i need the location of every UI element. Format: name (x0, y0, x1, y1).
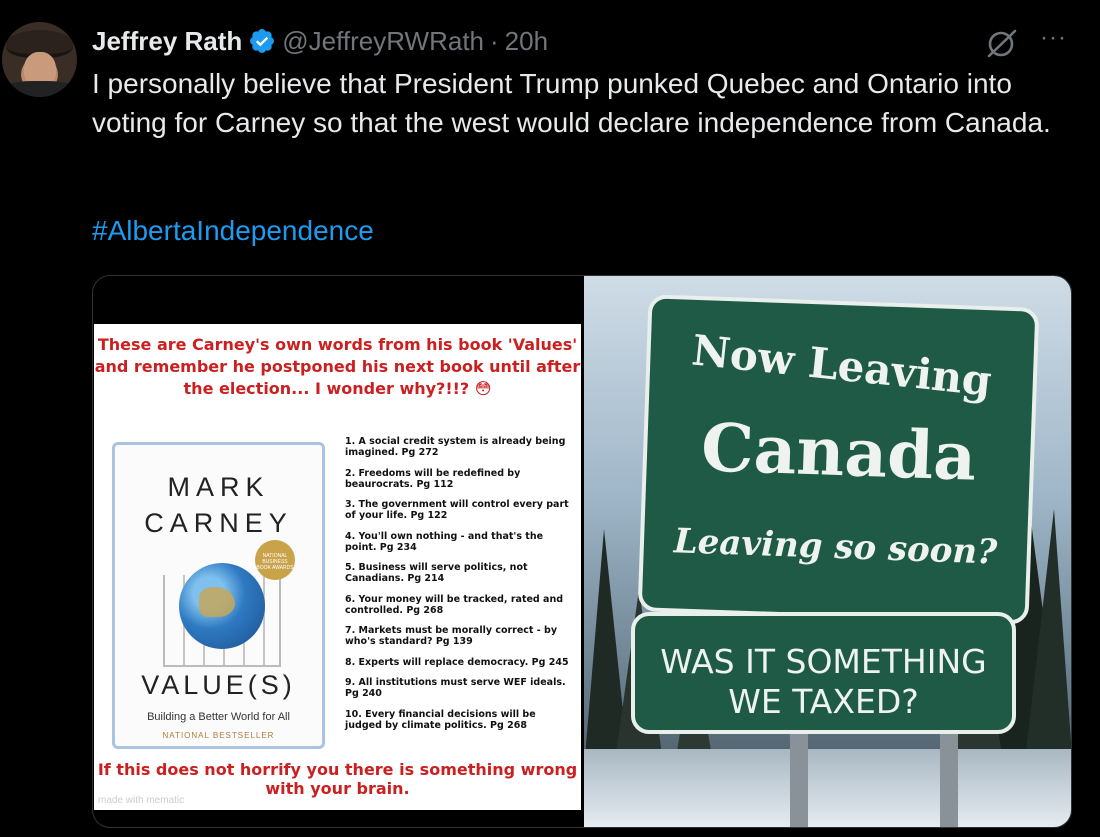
quote-list: 1. A social credit system is already bei… (345, 436, 573, 740)
list-item: 6. Your money will be tracked, rated and… (345, 593, 564, 616)
list-item: 3. The government will control every par… (345, 499, 569, 521)
globe-icon (179, 563, 265, 649)
author-avatar[interactable] (2, 22, 77, 97)
list-item: 5. Business will serve politics, not Can… (345, 562, 528, 584)
grok-icon[interactable] (985, 28, 1019, 58)
meme-heading: These are Carney's own words from his bo… (94, 335, 581, 398)
sign-line-2: Canada (700, 408, 978, 496)
avatar-jacket (2, 81, 77, 97)
sign-now-leaving: Now Leaving Canada Leaving so soon? (637, 294, 1040, 625)
hashtag-link[interactable]: #AlbertaIndependence (92, 215, 374, 247)
watermark: made with mematic (98, 795, 185, 806)
book-bestseller-badge: NATIONAL BESTSELLER (162, 731, 275, 740)
tweet-media[interactable]: These are Carney's own words from his bo… (92, 275, 1072, 828)
tweet-time[interactable]: 20h (505, 26, 548, 57)
author-handle[interactable]: @JeffreyRWRath (282, 26, 484, 57)
book-title: VALUE(S) (141, 670, 296, 700)
book-author: MARK CARNEY (144, 472, 293, 538)
meme-footer: If this does not horrify you there is so… (97, 760, 578, 798)
sign2-line-1: WAS IT SOMETHING (660, 642, 987, 681)
sign-line-1: Now Leaving (689, 325, 994, 406)
sign-image[interactable]: Now Leaving Canada Leaving so soon? WAS … (584, 276, 1071, 827)
list-item: 8. Experts will replace democracy. Pg 24… (345, 656, 569, 668)
author-name[interactable]: Jeffrey Rath (92, 26, 242, 57)
sign-line-3: Leaving so soon? (673, 521, 998, 573)
tweet-header: Jeffrey Rath @JeffreyRWRath · 20h (92, 24, 548, 58)
book-cover: MARK CARNEY NATIONAL BUSINESS BOOK AWARD… (112, 442, 325, 749)
sign-was-it-something: WAS IT SOMETHING WE TAXED? (631, 612, 1016, 734)
snow-ground (584, 749, 1071, 827)
award-seal-icon: NATIONAL BUSINESS BOOK AWARDS (255, 540, 295, 580)
list-item: 7. Markets must be morally correct - by … (345, 625, 558, 647)
verified-badge-icon (250, 29, 275, 53)
separator-dot: · (490, 25, 499, 56)
book-subtitle: Building a Better World for All (147, 711, 290, 723)
list-item: 4. You'll own nothing - and that's the p… (345, 530, 544, 553)
list-item: 1. A social credit system is already bei… (345, 436, 566, 458)
sign2-line-2: WE TAXED? (728, 682, 919, 721)
list-item: 10. Every financial decisions will be ju… (345, 708, 536, 731)
sign2-text: WAS IT SOMETHING WE TAXED? (635, 642, 1012, 722)
list-item: 2. Freedoms will be redefined by beauroc… (345, 467, 521, 490)
more-options-button[interactable]: ··· (1040, 24, 1067, 52)
meme-image[interactable]: These are Carney's own words from his bo… (94, 324, 581, 810)
list-item: 9. All institutions must serve WEF ideal… (345, 677, 566, 699)
tweet-text: I personally believe that President Trum… (92, 68, 1051, 138)
